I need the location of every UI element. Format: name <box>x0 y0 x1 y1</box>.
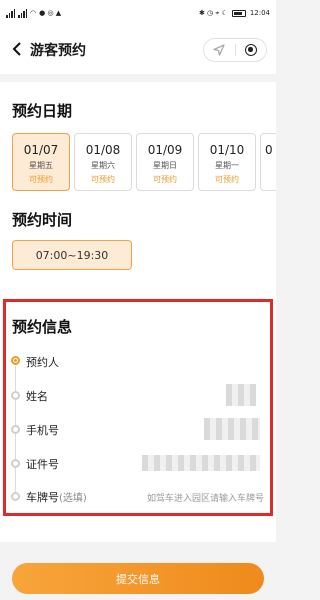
date-card-date: 01/08 <box>85 143 121 157</box>
date-card-status: 可预约 <box>29 175 53 184</box>
date-card-date: 01/07 <box>23 143 59 157</box>
nav-bar: 游客预约 <box>0 26 276 74</box>
date-card-0110[interactable]: 01/10 星期一 可预约 <box>198 133 256 191</box>
location-button[interactable] <box>204 39 235 61</box>
info-section-title: 预约信息 <box>12 318 73 336</box>
date-card-0109[interactable]: 01/09 星期日 可预约 <box>136 133 194 191</box>
page-title: 游客预约 <box>30 43 86 59</box>
phone-value-redacted[interactable] <box>204 418 260 440</box>
name-dot-icon <box>11 391 20 400</box>
plate-optional-hint: (选填) <box>59 493 87 504</box>
notification-icons: ● ◎ ▲ <box>39 9 62 17</box>
date-card-week: 星期一 <box>215 161 239 170</box>
signal-icon <box>6 8 15 18</box>
plate-input[interactable]: 如驾车进入园区请输入车牌号 <box>147 491 264 504</box>
date-card-date: 01/10 <box>209 143 245 157</box>
system-icons: ✱ ◷ ⌖ ☾ <box>198 8 228 17</box>
id-dot-icon <box>11 459 20 468</box>
booker-dot-icon <box>11 356 20 365</box>
date-section-title: 预约日期 <box>12 102 73 120</box>
close-mini-program-button[interactable] <box>236 39 267 61</box>
id-value-redacted[interactable] <box>142 455 260 471</box>
mini-program-capsule <box>203 38 267 62</box>
date-card-week: 星期六 <box>91 161 115 170</box>
status-bar: ◠ ● ◎ ▲ ✱ ◷ ⌖ ☾ 12:04 <box>0 0 276 26</box>
location-arrow-icon <box>213 44 225 56</box>
time-slot-button[interactable]: 07:00~19:30 <box>12 240 132 270</box>
booker-label: 预约人 <box>26 356 59 369</box>
plate-dot-icon <box>11 492 20 501</box>
name-label[interactable]: 姓名 <box>26 388 48 404</box>
target-icon <box>244 44 257 56</box>
plate-label-text: 车牌号 <box>26 491 59 504</box>
phone-label[interactable]: 手机号 <box>26 422 59 438</box>
status-left-icons: ◠ ● ◎ ▲ <box>6 8 62 18</box>
submit-button[interactable]: 提交信息 <box>12 563 264 594</box>
date-card-0107[interactable]: 01/07 星期五 可预约 <box>12 133 70 191</box>
id-label[interactable]: 证件号 <box>26 456 59 472</box>
status-time: 12:04 <box>249 9 270 17</box>
date-card-date: 0 <box>265 143 273 157</box>
name-value-redacted[interactable] <box>226 384 256 406</box>
date-card-0108[interactable]: 01/08 星期六 可预约 <box>74 133 132 191</box>
time-section-title: 预约时间 <box>12 211 73 229</box>
status-right: ✱ ◷ ⌖ ☾ 12:04 <box>199 9 270 18</box>
wifi-icon: ◠ <box>30 9 37 17</box>
date-card-partial[interactable]: 0 <box>260 133 276 191</box>
battery-icon <box>231 9 246 17</box>
phone-dot-icon <box>11 425 20 434</box>
date-card-week: 星期日 <box>153 161 177 170</box>
date-card-status: 可预约 <box>91 175 115 184</box>
date-card-status: 可预约 <box>153 175 177 184</box>
back-icon[interactable] <box>8 38 26 60</box>
date-card-status: 可预约 <box>215 175 239 184</box>
date-card-week: 星期五 <box>29 161 53 170</box>
signal-icon-2 <box>18 8 27 18</box>
plate-label: 车牌号(选填) <box>26 489 87 505</box>
date-card-date: 01/09 <box>147 143 183 157</box>
